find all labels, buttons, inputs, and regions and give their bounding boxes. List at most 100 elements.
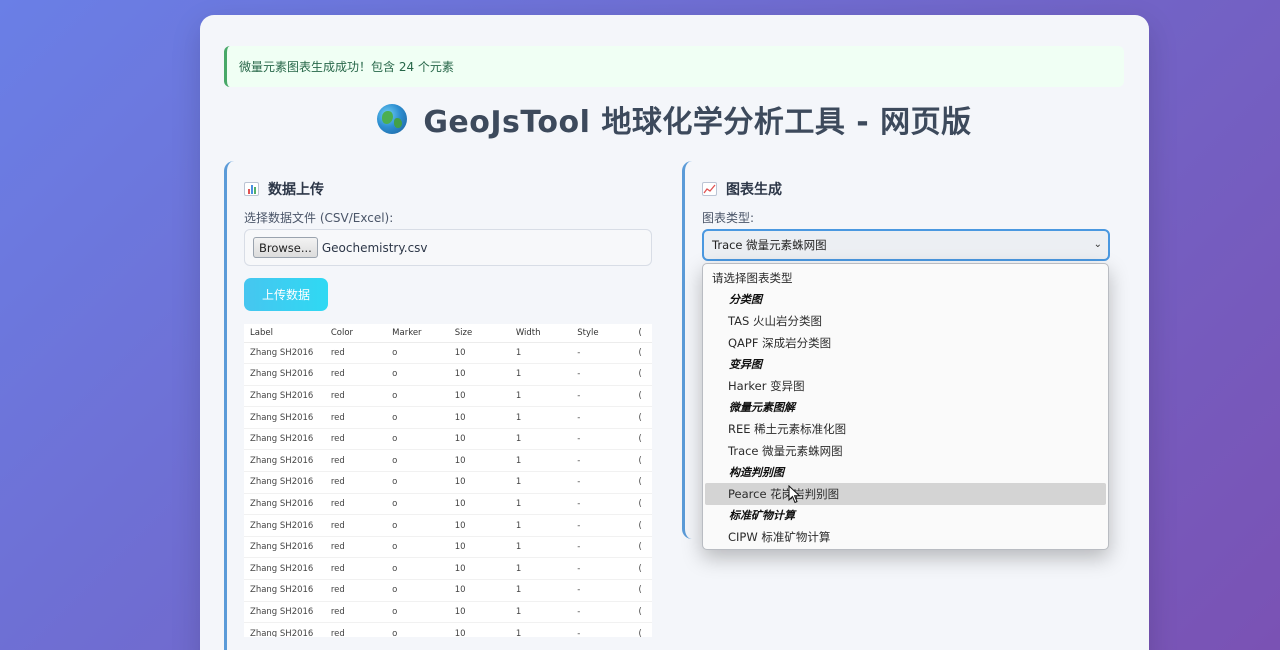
table-cell: - [571, 363, 633, 386]
table-body: Zhang SH2016 red o 10 1-(Zhang SH2016 red o 10 1… [244, 342, 652, 637]
success-alert: 微量元素图表生成成功！包含 24 个元素 [224, 46, 1124, 87]
bar-chart-icon [244, 182, 259, 196]
table-cell: Zhang SH2016 [244, 342, 325, 365]
table-cell: 10 [448, 601, 510, 624]
table-header-row: Label Color Marker Size Width Style ( [244, 324, 652, 343]
file-label: 选择数据文件 (CSV/Excel): [244, 211, 394, 225]
table-cell: 1 [509, 493, 572, 516]
table-row[interactable]: Zhang SH2016 red o 10 1-( [244, 536, 652, 559]
table-row[interactable]: Zhang SH2016 red o 10 1-( [244, 342, 652, 365]
table-cell: o [386, 428, 449, 451]
chart-type-select[interactable]: Trace 微量元素蛛网图 ⌄ [702, 229, 1110, 261]
table-cell: Zhang SH2016 [244, 385, 325, 408]
table-cell: o [386, 601, 449, 624]
table-cell: o [386, 579, 449, 602]
column-header: Color [324, 324, 387, 343]
table-cell: Zhang SH2016 [244, 536, 325, 559]
table-cell: 1 [509, 579, 572, 602]
table-row[interactable]: Zhang SH2016 red o 10 1-( [244, 601, 652, 624]
table-cell: 1 [509, 601, 572, 624]
dropdown-option[interactable]: QAPF 深成岩分类图 [705, 332, 1106, 354]
table-row[interactable]: Zhang SH2016 red o 10 1-( [244, 622, 652, 637]
column-header: Style [571, 324, 633, 343]
column-header: Size [448, 324, 510, 343]
table-cell: o [386, 342, 449, 365]
dropdown-option[interactable]: Trace 微量元素蛛网图 [705, 440, 1106, 462]
table-cell: - [571, 471, 633, 494]
table-cell: red [324, 557, 387, 581]
table-row[interactable]: Zhang SH2016 red o 10 1-( [244, 579, 652, 602]
table-row[interactable]: Zhang SH2016 red o 10 1-( [244, 493, 652, 516]
table-cell: ( [632, 536, 652, 559]
table-cell: ( [632, 342, 652, 365]
table-cell: 10 [448, 342, 510, 365]
table-row[interactable]: Zhang SH2016 red o 10 1-( [244, 449, 652, 473]
table-cell: 10 [448, 536, 510, 559]
line-chart-icon [702, 182, 717, 196]
table-cell: 1 [509, 406, 572, 429]
dropdown-option[interactable]: TAS 火山岩分类图 [705, 310, 1106, 332]
table-cell: ( [632, 493, 652, 516]
table-cell: o [386, 471, 449, 494]
table-cell: o [386, 514, 449, 537]
table-cell: - [571, 428, 633, 451]
table-cell: ( [632, 385, 652, 408]
dropdown-option[interactable]: Harker 变异图 [705, 375, 1106, 397]
table-row[interactable]: Zhang SH2016 red o 10 1-( [244, 428, 652, 451]
table-row[interactable]: Zhang SH2016 red o 10 1-( [244, 557, 652, 581]
table-cell: 10 [448, 363, 510, 386]
table-row[interactable]: Zhang SH2016 red o 10 1-( [244, 514, 652, 537]
globe-icon [377, 104, 408, 134]
table-cell: o [386, 536, 449, 559]
table-cell: 1 [509, 622, 572, 637]
chevron-down-icon: ⌄ [1093, 239, 1102, 250]
browse-button[interactable]: Browse... [253, 237, 318, 258]
table-cell: red [324, 363, 387, 386]
table-cell: - [571, 385, 633, 408]
table-cell: 10 [448, 428, 510, 451]
table-cell: - [571, 579, 633, 602]
table-cell: - [571, 622, 633, 637]
upload-button[interactable]: 上传数据 [244, 278, 328, 311]
table-cell: red [324, 622, 387, 637]
table-cell: - [571, 342, 633, 365]
table-cell: red [324, 536, 387, 559]
table-row[interactable]: Zhang SH2016 red o 10 1-( [244, 406, 652, 429]
dropdown-option[interactable]: REE 稀土元素标准化图 [705, 418, 1106, 440]
chart-panel-header: 图表生成 [702, 179, 782, 199]
table-cell: red [324, 493, 387, 516]
dropdown-option[interactable]: CIPW 标准矿物计算 [705, 526, 1106, 548]
dropdown-group-label: 微量元素图解 [729, 401, 795, 415]
table-cell: - [571, 493, 633, 516]
data-table[interactable]: Label Color Marker Size Width Style ( Zh… [244, 324, 652, 637]
table-cell: ( [632, 471, 652, 494]
table-cell: 1 [509, 514, 572, 537]
chart-type-label: 图表类型: [702, 211, 755, 225]
dropdown-option[interactable]: Pearce 花岗岩判别图 [705, 482, 1106, 505]
table-cell: o [386, 557, 449, 581]
table-cell: o [386, 406, 449, 429]
chart-type-dropdown[interactable]: 请选择图表类型 分类图 TAS 火山岩分类图 QAPF 深成岩分类图 变异图 Harker… [702, 263, 1109, 550]
table-cell: 10 [448, 449, 510, 473]
table-cell: 1 [509, 557, 572, 581]
table-cell: red [324, 601, 387, 624]
dropdown-group-label: 变异图 [729, 358, 762, 372]
table-cell: red [324, 385, 387, 408]
table-cell: 10 [448, 557, 510, 581]
table-cell: Zhang SH2016 [244, 449, 325, 473]
table-cell: 10 [448, 514, 510, 537]
table-cell: red [324, 406, 387, 429]
table-cell: o [386, 385, 449, 408]
table-row[interactable]: Zhang SH2016 red o 10 1-( [244, 471, 652, 494]
table-cell: Zhang SH2016 [244, 514, 325, 537]
table-cell: Zhang SH2016 [244, 601, 325, 624]
table-cell: 1 [509, 385, 572, 408]
table-cell: Zhang SH2016 [244, 406, 325, 429]
upload-panel: 数据上传 选择数据文件 (CSV/Excel): Browse... Geoch… [224, 161, 664, 650]
table-cell: 1 [509, 536, 572, 559]
dropdown-option[interactable]: 请选择图表类型 [705, 267, 1106, 289]
table-row[interactable]: Zhang SH2016 red o 10 1-( [244, 363, 652, 386]
upload-panel-header: 数据上传 [244, 179, 324, 199]
file-input[interactable]: Browse... Geochemistry.csv [244, 229, 652, 266]
table-row[interactable]: Zhang SH2016 red o 10 1-( [244, 385, 652, 408]
